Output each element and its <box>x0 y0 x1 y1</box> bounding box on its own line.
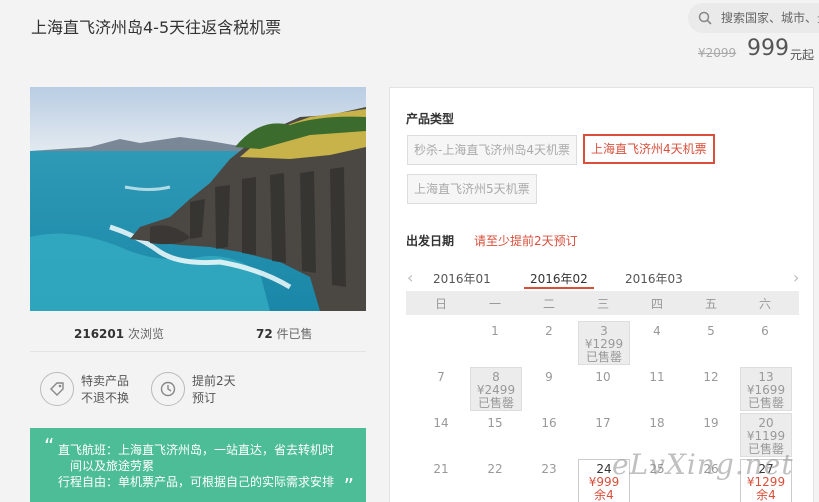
search-placeholder: 搜索国家、城市、景 <box>721 11 819 25</box>
month-label: 2016年02 <box>530 272 588 286</box>
sold-count-number: 72 <box>256 327 273 341</box>
next-month-arrow-icon[interactable]: › <box>793 268 799 287</box>
calendar-day: 16 <box>523 416 575 460</box>
calendar-day: 12 <box>685 370 737 414</box>
active-month-underline <box>524 287 594 289</box>
open-quote-icon: “ <box>44 434 55 458</box>
intro-line: 间以及旅途劳累 <box>70 459 155 473</box>
day-number: 17 <box>595 416 611 430</box>
feature-line: 不退不换 <box>81 391 130 405</box>
calendar-day-sold-out: 8 ¥2499 已售罄 <box>470 367 522 411</box>
view-count: 216201 次浏览 <box>74 325 164 342</box>
divider <box>30 351 366 352</box>
day-number: 22 <box>487 462 503 476</box>
calendar-day-sold-out: 13 ¥1699 已售罄 <box>740 367 792 411</box>
day-number: 6 <box>761 324 769 338</box>
calendar-day: 6 <box>739 324 791 368</box>
product-type-option[interactable]: 上海直飞济州5天机票 <box>407 174 537 204</box>
day-number: 14 <box>433 416 449 430</box>
feature-line: 特卖产品 <box>81 374 130 388</box>
calendar-day: 22 <box>469 462 521 502</box>
weekday-label: 五 <box>704 297 717 311</box>
day-number: 20 <box>758 416 774 430</box>
day-status: 已售罄 <box>585 350 622 364</box>
day-status: 已售罄 <box>477 396 514 410</box>
day-number: 21 <box>433 462 449 476</box>
departure-date-label: 出发日期 <box>406 234 455 248</box>
calendar-day: 4 <box>631 324 683 368</box>
view-count-label: 次浏览 <box>127 327 164 341</box>
day-number: 2 <box>545 324 553 338</box>
calendar-day: 21 <box>415 462 467 502</box>
sold-count-label: 件已售 <box>276 327 313 341</box>
day-number: 8 <box>492 370 500 384</box>
price-unit: 元起 <box>790 48 815 62</box>
feature-line: 预订 <box>192 391 217 405</box>
weekday-label: 三 <box>596 297 609 311</box>
day-number: 13 <box>758 370 774 384</box>
day-status: 余4 <box>756 488 776 502</box>
day-number: 7 <box>437 370 445 384</box>
calendar-day: 5 <box>685 324 737 368</box>
tag-icon <box>40 372 74 406</box>
prev-month-arrow-icon[interactable]: ‹ <box>407 268 413 287</box>
calendar-day: 7 <box>415 370 467 414</box>
original-price: ¥2099 <box>698 46 737 60</box>
intro-line: 直飞航班：上海直飞济州岛，一站直达，省去转机时 <box>58 443 335 457</box>
sold-count: 72 件已售 <box>256 325 313 342</box>
product-type-option[interactable]: 秒杀-上海直飞济州岛4天机票 <box>407 135 577 165</box>
day-number: 1 <box>491 324 499 338</box>
feature-line: 提前2天 <box>192 374 236 388</box>
watermark: eLvXing.net <box>612 448 794 481</box>
day-number: 12 <box>703 370 719 384</box>
booking-panel: 产品类型 秒杀-上海直飞济州岛4天机票 上海直飞济州4天机票 上海直飞济州5天机… <box>389 87 814 502</box>
calendar-day: 2 <box>523 324 575 368</box>
day-status: 已售罄 <box>747 396 784 410</box>
weekday-label: 六 <box>758 297 771 311</box>
day-number: 23 <box>541 462 557 476</box>
day-number: 3 <box>600 324 608 338</box>
day-number: 19 <box>703 416 719 430</box>
day-number: 9 <box>545 370 553 384</box>
page-title: 上海直飞济州岛4-5天往返含税机票 <box>31 18 282 37</box>
calendar-day: 14 <box>415 416 467 460</box>
month-label: 2016年01 <box>433 272 491 286</box>
weekday-label: 一 <box>488 297 501 311</box>
calendar-day: 1 <box>469 324 521 368</box>
calendar-day-sold-out: 3 ¥1299 已售罄 <box>578 321 630 365</box>
calendar-day: 11 <box>631 370 683 414</box>
day-number: 5 <box>707 324 715 338</box>
product-intro: “ 直飞航班：上海直飞济州岛，一站直达，省去转机时 间以及旅途劳累 行程自由：单… <box>30 428 366 502</box>
day-status: 余4 <box>594 488 614 502</box>
product-type-option-selected[interactable]: 上海直飞济州4天机票 <box>583 134 715 164</box>
month-tab[interactable]: 2016年03 <box>625 270 683 287</box>
search-input[interactable]: 搜索国家、城市、景 <box>688 3 819 33</box>
calendar-day: 10 <box>577 370 629 414</box>
day-number: 15 <box>487 416 503 430</box>
close-quote-icon: ” <box>343 474 354 498</box>
day-number: 10 <box>595 370 611 384</box>
calendar-day: 15 <box>469 416 521 460</box>
current-price: 999 <box>747 36 789 61</box>
clock-icon <box>151 372 185 406</box>
day-number: 4 <box>653 324 661 338</box>
day-number: 18 <box>649 416 665 430</box>
search-icon <box>698 11 712 25</box>
month-label: 2016年03 <box>625 272 683 286</box>
day-number: 11 <box>649 370 665 384</box>
weekday-label: 四 <box>650 297 663 311</box>
view-count-number: 216201 <box>74 327 125 341</box>
booking-notice: 请至少提前2天预订 <box>474 234 578 248</box>
product-type-label: 产品类型 <box>406 112 455 126</box>
intro-line: 行程自由：单机票产品，可根据自己的实际需求安排 <box>58 475 335 489</box>
month-tab[interactable]: 2016年01 <box>433 270 491 287</box>
calendar-day: 23 <box>523 462 575 502</box>
day-number: 16 <box>541 416 557 430</box>
calendar-day: 9 <box>523 370 575 414</box>
weekday-label: 日 <box>434 297 447 311</box>
weekday-label: 二 <box>542 297 555 311</box>
month-tab-active[interactable]: 2016年02 <box>524 270 594 289</box>
product-photo <box>30 87 366 311</box>
